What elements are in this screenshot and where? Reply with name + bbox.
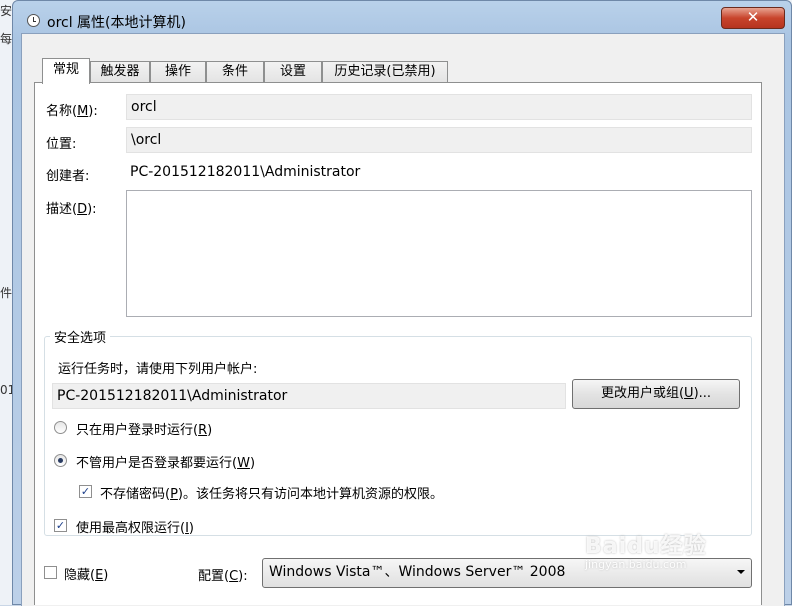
chevron-down-icon <box>737 570 745 574</box>
watermark-title: Baidu经验 <box>585 534 707 559</box>
radio-run-whether-logged-on-label[interactable]: 不管用户是否登录都要运行(W) <box>76 452 255 471</box>
tab-conditions[interactable]: 条件 <box>206 61 264 83</box>
security-options-title: 安全选项 <box>50 327 111 346</box>
run-as-label: 运行任务时，请使用下列用户帐户: <box>58 362 258 377</box>
bg-fragment: 每 <box>0 32 13 46</box>
window-title: orcl 属性(本地计算机) <box>47 15 186 31</box>
baidu-watermark: Baidu经验 jingyan.baidu.com <box>585 528 707 571</box>
location-label: 位置: <box>46 137 77 152</box>
tab-history[interactable]: 历史记录(已禁用) <box>322 61 448 83</box>
author-value: PC-201512182011\Administrator <box>130 164 361 180</box>
name-field[interactable]: orcl <box>126 94 752 120</box>
change-user-button[interactable]: 更改用户或组(U)... <box>572 379 740 409</box>
hidden-label[interactable]: 隐藏(E) <box>64 564 108 583</box>
tab-general[interactable]: 常规 <box>42 58 90 84</box>
tab-settings[interactable]: 设置 <box>264 61 322 83</box>
name-label: 名称(M): <box>46 104 98 119</box>
highest-privileges-label[interactable]: 使用最高权限运行(I) <box>76 517 194 536</box>
radio-run-only-logged-on-label[interactable]: 只在用户登录时运行(R) <box>76 419 212 438</box>
author-label: 创建者: <box>46 169 90 184</box>
no-store-password-label[interactable]: 不存储密码(P)。该任务将只有访问本地计算机资源的权限。 <box>100 483 443 502</box>
tab-actions[interactable]: 操作 <box>150 61 206 83</box>
highest-privileges-checkbox[interactable]: ✓ <box>54 519 67 532</box>
no-store-password-checkbox[interactable]: ✓ <box>79 485 92 498</box>
close-button[interactable]: ✕ <box>721 7 785 29</box>
description-label: 描述(D): <box>46 202 97 217</box>
tab-triggers[interactable]: 触发器 <box>90 61 150 83</box>
radio-run-only-logged-on[interactable] <box>54 421 67 434</box>
location-field[interactable]: \orcl <box>126 127 752 153</box>
bg-fragment: 件 <box>0 286 13 300</box>
radio-run-whether-logged-on[interactable] <box>54 454 67 467</box>
clock-icon <box>27 14 40 27</box>
user-account-field[interactable]: PC-201512182011\Administrator <box>52 383 566 409</box>
description-textarea[interactable] <box>126 190 752 317</box>
configure-for-label: 配置(C): <box>198 569 248 584</box>
hidden-checkbox[interactable] <box>44 566 57 579</box>
configure-for-value: Windows Vista™、Windows Server™ 2008 <box>269 564 566 580</box>
bg-fragment: 安 <box>0 4 13 18</box>
